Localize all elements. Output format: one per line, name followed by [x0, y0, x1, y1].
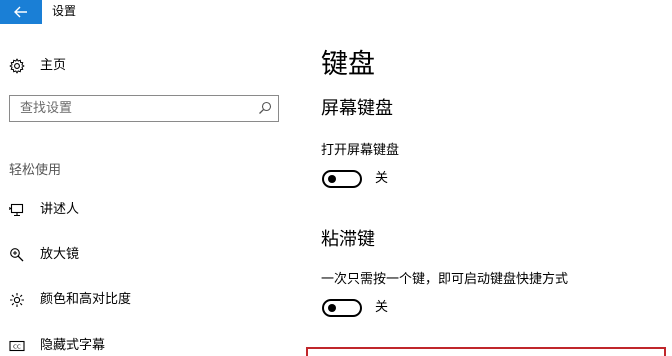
sidebar-item-label: 颜色和高对比度: [40, 292, 132, 307]
section-title-on-screen-keyboard: 屏幕键盘: [321, 98, 393, 119]
search-icon[interactable]: [258, 101, 272, 115]
sidebar-item-label: 隐藏式字幕: [40, 338, 106, 353]
section-title-sticky-keys: 粘滞键: [321, 229, 375, 250]
on-screen-keyboard-toggle[interactable]: [322, 170, 362, 188]
sidebar: 主页 轻松使用 讲述人: [0, 24, 300, 356]
main-content: 键盘 屏幕键盘 打开屏幕键盘 关 粘滞键 一次只需按一个键，即可启动键盘快捷方式…: [300, 0, 672, 356]
toggle-state-label: 关: [375, 300, 389, 315]
toggle-row-sticky-keys: 关: [322, 298, 388, 318]
gear-icon: [8, 57, 26, 75]
closed-captions-icon: CC: [8, 337, 26, 355]
sidebar-item-magnifier[interactable]: 放大镜: [8, 245, 79, 265]
sidebar-item-label: 主页: [40, 58, 67, 73]
sidebar-item-narrator[interactable]: 讲述人: [8, 200, 79, 220]
toggle-knob: [328, 304, 336, 312]
highlight-box: [306, 347, 666, 356]
settings-window: 设置 主页 轻松使用: [0, 0, 672, 356]
sidebar-item-label: 讲述人: [40, 202, 80, 217]
sidebar-item-label: 放大镜: [40, 247, 80, 262]
narrator-icon: [8, 201, 26, 219]
magnifier-icon: [8, 246, 26, 264]
toggle-state-label: 关: [375, 171, 389, 186]
toggle-knob: [328, 175, 336, 183]
setting-label-on-screen-keyboard: 打开屏幕键盘: [321, 143, 400, 158]
section-header-ease-of-access: 轻松使用: [9, 163, 62, 178]
search-input[interactable]: [10, 96, 250, 121]
sidebar-item-color-contrast[interactable]: 颜色和高对比度: [8, 290, 131, 310]
sticky-keys-toggle[interactable]: [322, 299, 362, 317]
sidebar-item-closed-captions[interactable]: CC 隐藏式字幕: [8, 336, 105, 356]
page-title: 键盘: [321, 49, 375, 80]
back-button[interactable]: [0, 0, 42, 24]
back-arrow-icon: [14, 6, 27, 18]
toggle-row-on-screen-keyboard: 关: [322, 169, 388, 189]
brightness-icon: [8, 291, 26, 309]
setting-label-sticky-keys: 一次只需按一个键，即可启动键盘快捷方式: [321, 272, 569, 287]
sidebar-item-home[interactable]: 主页: [8, 56, 66, 76]
title-bar: 设置: [0, 0, 300, 24]
search-box: [9, 95, 279, 122]
svg-text:CC: CC: [13, 345, 21, 351]
app-title: 设置: [52, 4, 77, 18]
